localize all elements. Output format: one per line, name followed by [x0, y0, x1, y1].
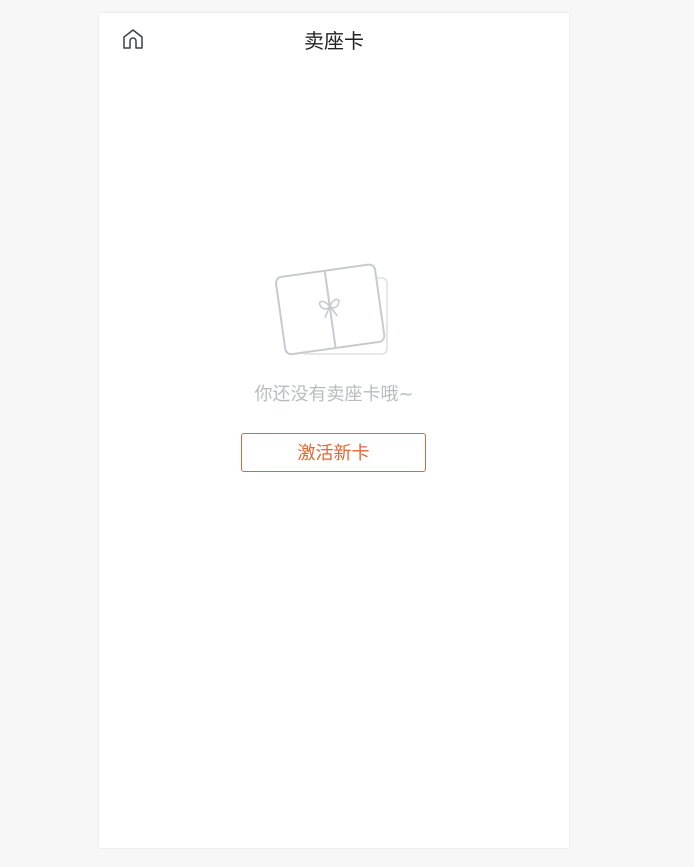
gift-card-icon	[273, 258, 393, 362]
page-title: 卖座卡	[304, 29, 364, 53]
activate-card-button[interactable]: 激活新卡	[241, 433, 426, 472]
page-container: 卖座卡 你还没有卖座卡哦~ 激活新卡	[99, 13, 569, 848]
top-bar: 卖座卡	[99, 13, 569, 69]
empty-state-message: 你还没有卖座卡哦~	[254, 384, 414, 405]
